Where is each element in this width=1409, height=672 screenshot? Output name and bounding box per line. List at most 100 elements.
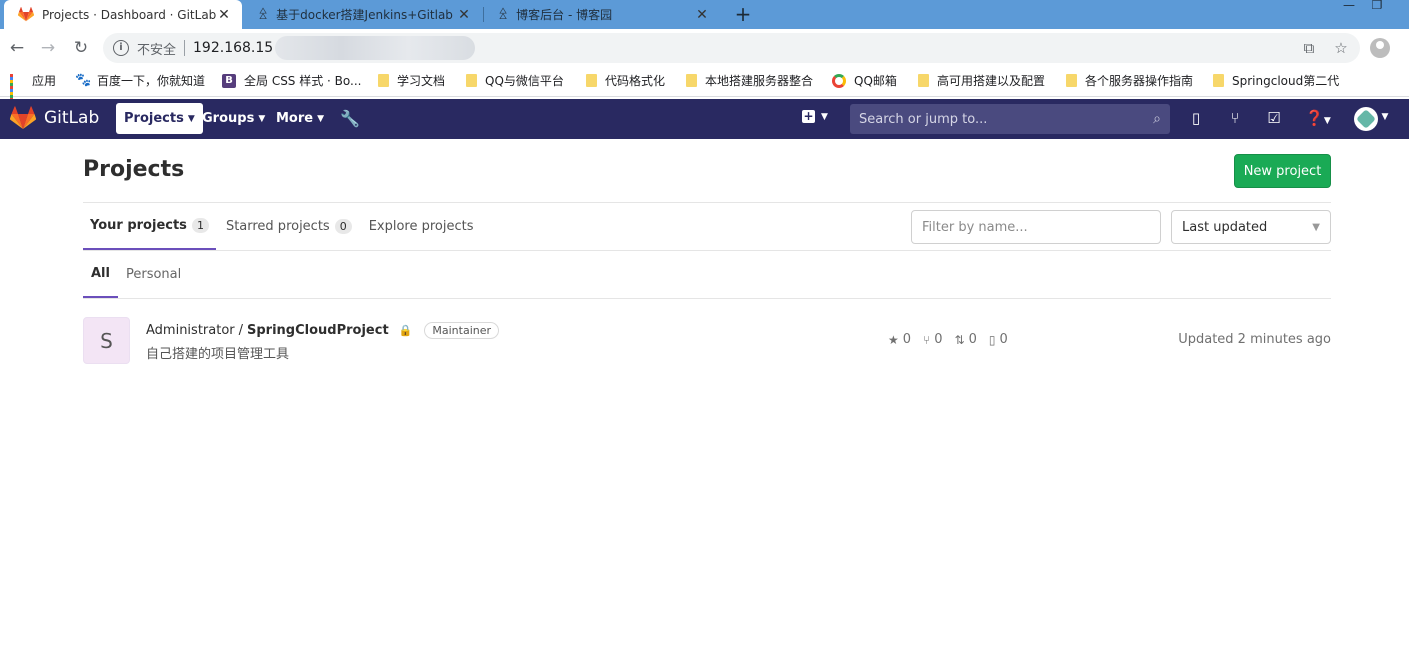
filter-by-name-input[interactable] (911, 210, 1161, 244)
forward-icon[interactable]: → (37, 37, 59, 59)
count-badge: 1 (191, 218, 209, 233)
merge-requests-count[interactable]: ⇅ 0 (955, 332, 977, 347)
cnblogs-icon: ꊛ (498, 8, 509, 23)
plus-square-icon: + (802, 109, 815, 123)
stars-count[interactable]: ★ 0 (888, 332, 911, 347)
admin-wrench-icon[interactable]: 🔧 (340, 109, 360, 128)
apps-icon (10, 73, 24, 101)
browser-tab-strip: Projects · Dashboard · GitLab ✕ ꊛ 基于dock… (0, 0, 1409, 29)
cnblogs-icon: ꊛ (258, 8, 269, 23)
qqmail-icon (832, 73, 846, 88)
browser-tab-cnblogs[interactable]: ꊛ 博客后台 - 博客园 ✕ (484, 0, 720, 29)
bookmark-folder[interactable]: 代码格式化 (586, 72, 665, 89)
bookmark-label: 学习文档 (397, 74, 446, 88)
stat-value: 0 (968, 332, 977, 347)
gitlab-home-link[interactable]: GitLab (10, 106, 99, 130)
tab-label: Starred projects (225, 219, 330, 234)
nav-projects-dropdown[interactable]: Projects ▼ (116, 103, 203, 134)
new-project-button[interactable]: New project (1234, 154, 1331, 188)
new-tab-button[interactable]: + (732, 2, 754, 26)
project-tabs: Your projects 1 Starred projects 0 Explo… (83, 203, 484, 250)
tab-starred-projects[interactable]: Starred projects 0 (219, 203, 359, 250)
chevron-down-icon: ▼ (1323, 116, 1331, 126)
bootstrap-icon: B (222, 73, 236, 88)
global-search[interactable]: ⌕ (850, 104, 1170, 134)
stat-value: 0 (934, 332, 943, 347)
merge-request-icon[interactable]: ⑂ (1225, 109, 1245, 127)
nav-label: Groups (202, 111, 255, 126)
bookmarks-bar: 应用 🐾 百度一下，你就知道 B 全局 CSS 样式 · Bo... 学习文档 … (0, 67, 1409, 101)
gitlab-icon (18, 7, 34, 22)
forks-count[interactable]: ⑂ 0 (923, 332, 942, 347)
sort-selected-label: Last updated (1182, 219, 1268, 235)
help-dropdown[interactable]: ❓▼ (1302, 109, 1334, 127)
user-avatar[interactable] (1354, 107, 1378, 131)
bookmark-label: Springcloud第二代 (1232, 74, 1340, 88)
reload-icon[interactable]: ↻ (70, 37, 92, 59)
bookmark-label: 应用 (32, 74, 57, 88)
search-icon: ⌕ (1153, 111, 1161, 127)
sort-dropdown[interactable]: Last updated ▼ (1171, 210, 1331, 244)
tab-label: Your projects (90, 218, 187, 233)
tab-your-projects[interactable]: Your projects 1 (83, 203, 216, 250)
nav-more-dropdown[interactable]: More ▼ (268, 103, 332, 134)
fork-icon: ⑂ (923, 332, 931, 347)
back-icon[interactable]: ← (6, 37, 28, 59)
translate-icon[interactable]: ⧉ (1300, 39, 1318, 57)
browser-tab-gitlab[interactable]: Projects · Dashboard · GitLab ✕ (4, 0, 242, 29)
gitlab-logo-icon (10, 106, 36, 129)
bookmark-baidu[interactable]: 🐾 百度一下，你就知道 (75, 72, 205, 89)
issues-icon[interactable]: ▯ (1186, 109, 1206, 127)
chevron-down-icon: ▼ (821, 111, 828, 122)
profile-avatar-icon[interactable] (1370, 38, 1390, 58)
chevron-down-icon[interactable]: ▼ (1378, 112, 1392, 122)
divider (184, 40, 186, 56)
chevron-down-icon: ▼ (1312, 221, 1320, 233)
browser-tab-docker[interactable]: ꊛ 基于docker搭建Jenkins+Gitlab ✕ (244, 0, 482, 29)
search-input[interactable] (859, 111, 1154, 127)
bookmark-star-icon[interactable]: ☆ (1332, 39, 1350, 57)
address-bar[interactable]: i 不安全 192.168.15 ⧉ ☆ (103, 33, 1360, 63)
project-title-link[interactable]: Administrator / SpringCloudProject 🔒 Mai… (146, 322, 500, 339)
folder-icon (686, 74, 697, 87)
tab-personal[interactable]: Personal (118, 251, 189, 298)
restore-icon[interactable]: ❐ (1362, 0, 1392, 12)
folder-icon (466, 74, 477, 87)
bookmark-label: 高可用搭建以及配置 (937, 74, 1046, 88)
bookmark-qqmail[interactable]: QQ邮箱 (832, 72, 897, 89)
bookmark-folder[interactable]: 学习文档 (378, 72, 445, 89)
bookmark-apps[interactable]: 应用 (10, 72, 57, 101)
brand-name: GitLab (44, 108, 100, 128)
nav-label: Projects (124, 111, 184, 126)
minimize-icon[interactable]: — (1334, 0, 1364, 12)
project-avatar[interactable]: S (83, 317, 130, 364)
bookmark-folder[interactable]: 本地搭建服务器整合 (686, 72, 813, 89)
issues-count[interactable]: ▯ 0 (989, 332, 1008, 347)
bookmark-folder[interactable]: 各个服务器操作指南 (1066, 72, 1193, 89)
role-badge: Maintainer (424, 322, 500, 339)
close-icon[interactable]: ✕ (456, 7, 472, 23)
divider (83, 250, 1331, 251)
bookmark-folder[interactable]: Springcloud第二代 (1213, 72, 1339, 89)
info-icon[interactable]: i (113, 40, 129, 56)
bookmark-label: 各个服务器操作指南 (1085, 74, 1194, 88)
bookmark-label: 百度一下，你就知道 (97, 74, 206, 88)
bookmark-bootstrap[interactable]: B 全局 CSS 样式 · Bo... (222, 72, 362, 89)
folder-icon (1066, 74, 1077, 87)
new-item-dropdown[interactable]: + ▼ (802, 110, 828, 123)
browser-tab-title: 博客后台 - 博客园 (516, 8, 613, 22)
security-label: 不安全 (137, 42, 177, 58)
tab-all[interactable]: All (83, 251, 118, 298)
close-icon[interactable]: ✕ (694, 7, 710, 23)
bookmark-label: 本地搭建服务器整合 (705, 74, 814, 88)
bookmark-folder[interactable]: 高可用搭建以及配置 (918, 72, 1045, 89)
nav-groups-dropdown[interactable]: Groups ▼ (194, 103, 273, 134)
merge-request-icon: ⇅ (954, 332, 965, 347)
todo-icon[interactable]: ☑ (1264, 109, 1284, 127)
url-text[interactable]: 192.168.15 (193, 40, 273, 56)
chevron-down-icon: ▼ (258, 113, 266, 124)
bookmark-label: QQ邮箱 (854, 74, 897, 88)
tab-explore-projects[interactable]: Explore projects (362, 203, 481, 250)
close-icon[interactable]: ✕ (216, 7, 232, 23)
bookmark-folder[interactable]: QQ与微信平台 (466, 72, 564, 89)
